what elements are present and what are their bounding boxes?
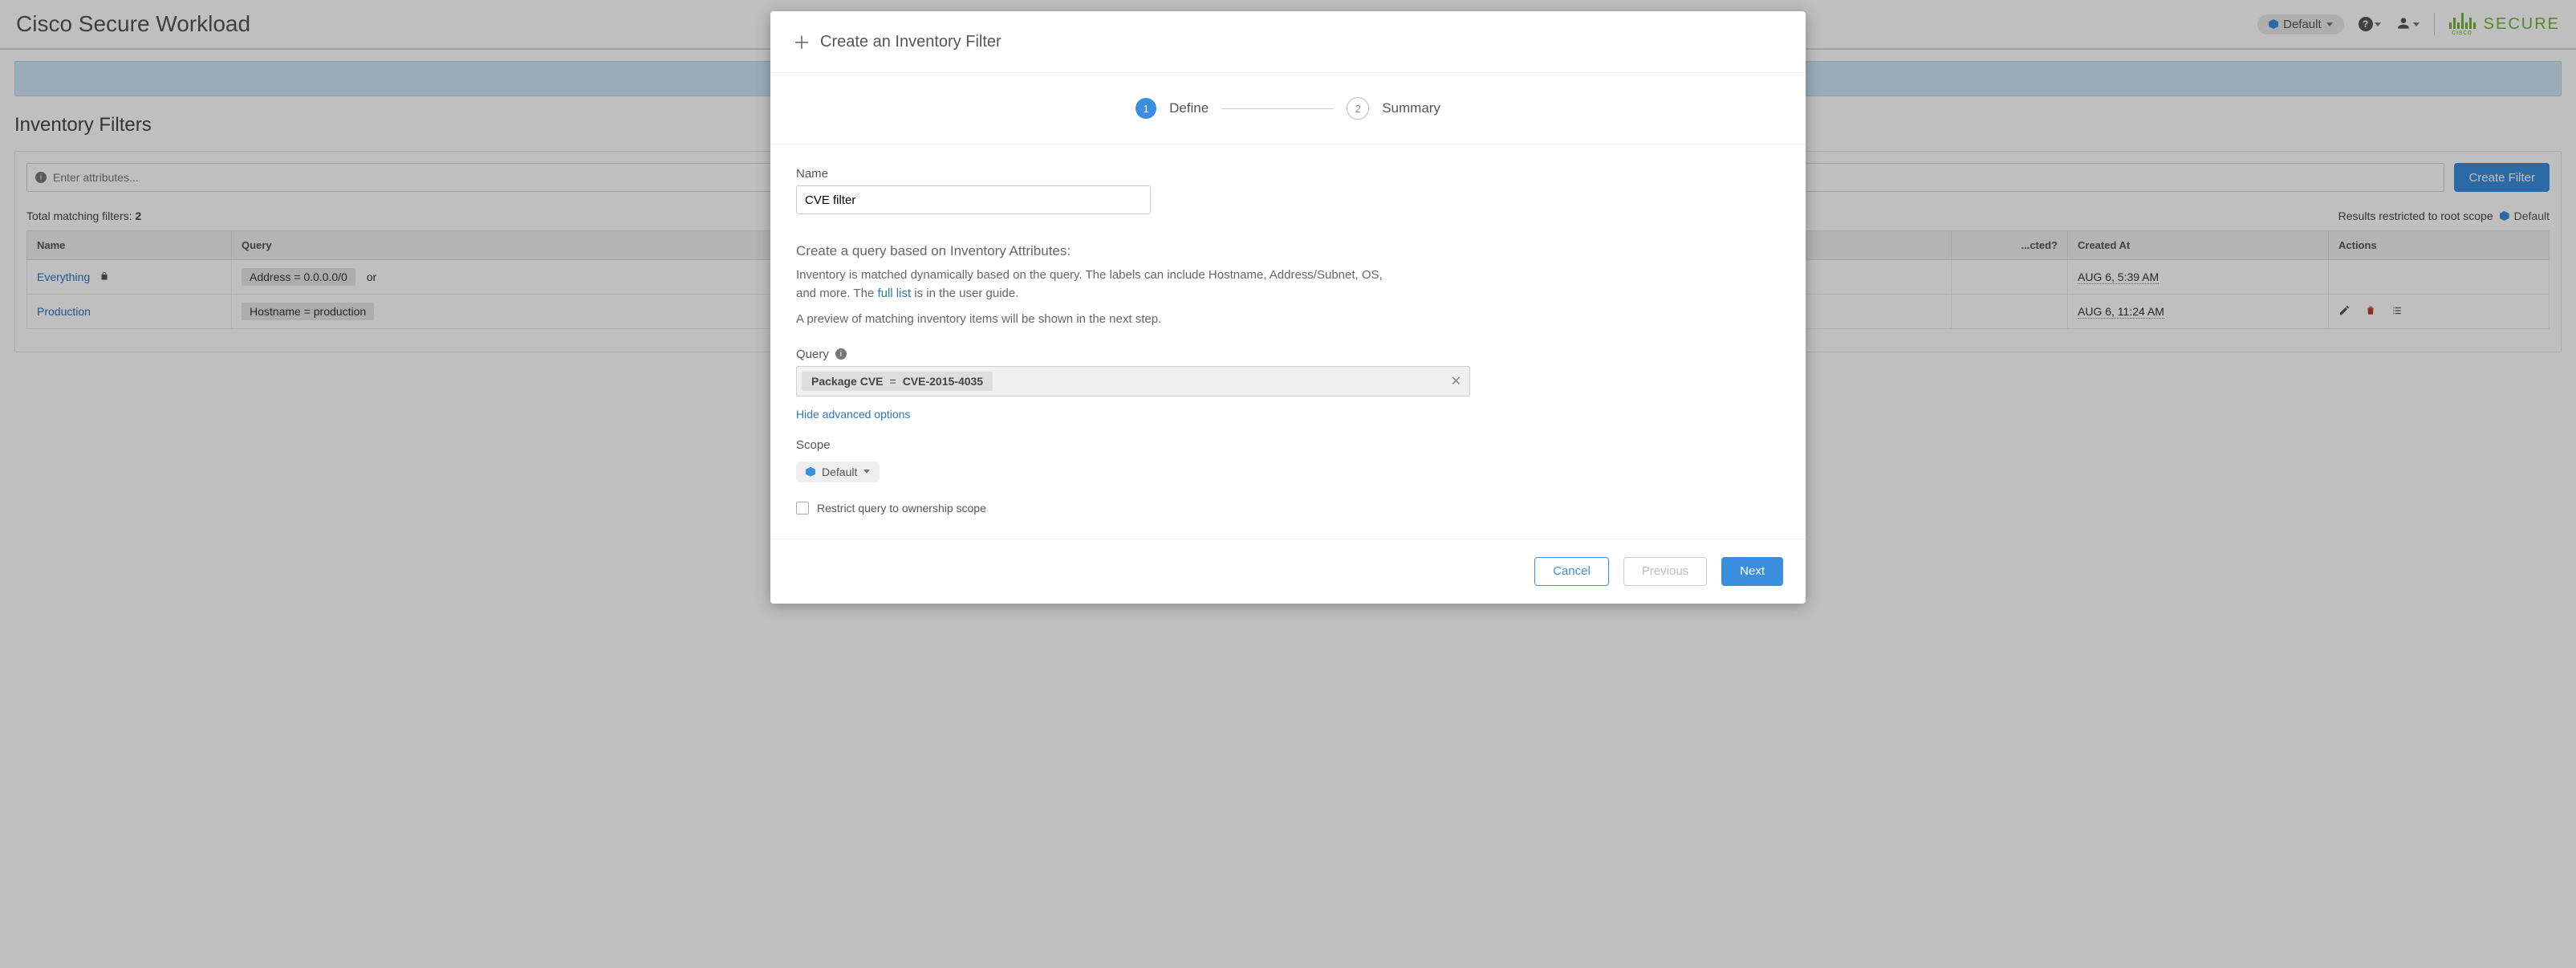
query-label: Query	[796, 348, 829, 361]
next-button[interactable]: Next	[1721, 557, 1783, 586]
create-filter-modal: ＋ Create an Inventory Filter 1 Define 2 …	[770, 11, 1806, 604]
plus-icon: ＋	[793, 29, 811, 55]
full-list-link[interactable]: full list	[877, 287, 911, 300]
query-section-heading: Create a query based on Inventory Attrib…	[796, 243, 1780, 259]
filter-name-input[interactable]	[796, 185, 1151, 214]
query-explanation: Inventory is matched dynamically based o…	[796, 266, 1390, 303]
restrict-checkbox[interactable]	[796, 502, 809, 515]
name-label: Name	[796, 167, 1780, 181]
info-icon[interactable]: i	[835, 348, 847, 360]
step-1-badge: 1	[1136, 98, 1156, 119]
advanced-options-toggle[interactable]: Hide advanced options	[796, 408, 910, 421]
restrict-label: Restrict query to ownership scope	[817, 502, 986, 515]
previous-button: Previous	[1623, 557, 1707, 586]
modal-title: Create an Inventory Filter	[820, 33, 1002, 51]
step-divider	[1221, 108, 1334, 109]
chevron-down-icon	[863, 470, 870, 474]
clear-query-icon[interactable]: ✕	[1451, 373, 1461, 389]
scope-label: Scope	[796, 438, 1780, 452]
scope-dropdown[interactable]: Default	[796, 462, 880, 482]
step-1-label: Define	[1169, 100, 1209, 116]
cube-icon	[806, 467, 815, 477]
step-2-badge: 2	[1347, 97, 1369, 120]
cancel-button[interactable]: Cancel	[1534, 557, 1609, 586]
stepper: 1 Define 2 Summary	[770, 73, 1806, 144]
query-input[interactable]: Package CVE=CVE-2015-4035 ✕	[796, 366, 1470, 397]
preview-note: A preview of matching inventory items wi…	[796, 310, 1390, 328]
query-token: Package CVE=CVE-2015-4035	[802, 372, 993, 391]
step-2-label: Summary	[1382, 100, 1440, 116]
